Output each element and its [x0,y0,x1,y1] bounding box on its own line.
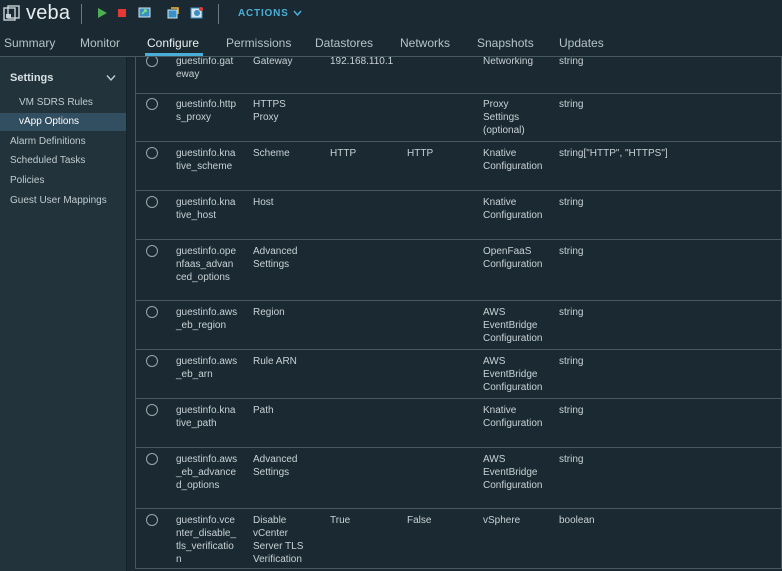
row-select-radio[interactable] [146,98,158,110]
cell-type: boolean [559,515,595,526]
cell-key: guestinfo.knative_scheme [176,148,236,172]
tab-monitor[interactable]: Monitor [80,36,120,50]
table-row[interactable]: guestinfo.aws_eb_advanced_options Advanc… [136,448,781,509]
cell-label: Rule ARN [253,356,297,367]
vapp-properties-panel: guestinfo.gateway Gateway 192.168.110.1 … [135,57,782,571]
cell-label: Region [253,307,285,318]
cell-default: True [330,515,351,526]
cell-key: guestinfo.knative_host [176,197,236,221]
tab-snapshots[interactable]: Snapshots [477,36,534,50]
power-off-icon[interactable] [115,6,129,20]
cell-label: Host [253,197,274,208]
divider [218,4,219,24]
active-tab-indicator [145,53,203,56]
chevron-down-icon[interactable] [106,74,116,82]
cell-label: Advanced Settings [253,246,298,270]
sidebar-item-guest-user-mappings[interactable]: Guest User Mappings [10,195,107,206]
cell-category: AWS EventBridge Configuration [483,356,543,393]
cell-label: Path [253,405,274,416]
cell-key: guestinfo.aws_eb_advanced_options [176,454,238,491]
vm-name: veba [26,2,71,24]
table-row[interactable]: guestinfo.vcenter_disable_tls_verificati… [136,509,781,569]
row-select-radio[interactable] [146,196,158,208]
sidebar-item-scheduled-tasks[interactable]: Scheduled Tasks [10,155,85,166]
cell-category: Knative Configuration [483,197,543,221]
sidebar-item-vm-sdrs-rules[interactable]: VM SDRS Rules [19,97,93,108]
cell-key: guestinfo.vcenter_disable_tls_verificati… [176,515,237,565]
cell-type: string [559,454,584,465]
cell-type: string [559,197,584,208]
chevron-down-icon [293,10,302,17]
table-row[interactable]: guestinfo.aws_eb_arn Rule ARN AWS EventB… [136,350,781,399]
tab-permissions[interactable]: Permissions [226,36,291,50]
cell-key: guestinfo.openfaas_advanced_options [176,246,237,283]
cell-default: HTTP [330,148,357,159]
sidebar-item-vapp-options[interactable]: vApp Options [19,116,79,127]
cell-key: guestinfo.https_proxy [176,99,237,123]
table-row[interactable]: guestinfo.knative_path Path Knative Conf… [136,399,781,448]
table-row[interactable]: guestinfo.knative_host Host Knative Conf… [136,191,781,240]
settings-sidebar: Settings VM SDRS Rules vApp Options Alar… [0,57,127,571]
sidebar-item-alarm-definitions[interactable]: Alarm Definitions [10,136,86,147]
vm-icon [3,5,20,21]
cell-label: Gateway [253,57,293,67]
tab-summary[interactable]: Summary [4,36,55,50]
console-icon[interactable] [138,6,152,20]
table-row[interactable]: guestinfo.gateway Gateway 192.168.110.1 … [136,57,781,94]
cell-label: Disable vCenter Server TLS Verification [253,515,304,565]
sidebar-item-policies[interactable]: Policies [10,175,44,186]
tab-datastores[interactable]: Datastores [315,36,373,50]
row-select-radio[interactable] [146,514,158,526]
cell-key: guestinfo.gateway [176,57,234,80]
cell-type: string [559,99,584,110]
cell-label: HTTPS Proxy [253,99,286,123]
row-select-radio[interactable] [146,355,158,367]
cell-type: string [559,246,584,257]
sidebar-heading-settings[interactable]: Settings [10,72,53,84]
tab-bar: Summary Monitor Configure Permissions Da… [0,30,782,57]
cell-type: string [559,405,584,416]
tab-configure[interactable]: Configure [147,36,199,50]
cell-type: string [559,307,584,318]
cell-category: vSphere [483,515,521,526]
cell-label: Scheme [253,148,290,159]
row-select-radio[interactable] [146,245,158,257]
cell-type: string["HTTP", "HTTPS"] [559,148,668,159]
cell-key: guestinfo.aws_eb_region [176,307,238,331]
table-row[interactable]: guestinfo.https_proxy HTTPS Proxy Proxy … [136,93,781,142]
tab-updates[interactable]: Updates [559,36,604,50]
row-select-radio[interactable] [146,147,158,159]
table-row[interactable]: guestinfo.aws_eb_region Region AWS Event… [136,301,781,350]
cell-type: string [559,356,584,367]
row-select-radio[interactable] [146,404,158,416]
snapshot-icon[interactable] [190,6,204,20]
table-row[interactable]: guestinfo.knative_scheme Scheme HTTP HTT… [136,142,781,191]
cell-category: OpenFaaS Configuration [483,246,543,270]
cell-default: 192.168.110.1 [330,57,394,67]
actions-menu-button[interactable]: ACTIONS [238,8,302,19]
cell-category: Proxy Settings (optional) [483,99,525,136]
row-select-radio[interactable] [146,57,158,67]
cell-value: HTTP [407,148,434,159]
properties-table[interactable]: guestinfo.gateway Gateway 192.168.110.1 … [135,57,782,569]
object-header: veba ACTIONS [0,0,782,30]
divider [81,4,82,24]
cell-label: Advanced Settings [253,454,298,478]
cell-type: string [559,57,584,67]
cell-key: guestinfo.aws_eb_arn [176,356,238,380]
cell-category: Knative Configuration [483,148,543,172]
cell-value: False [407,515,432,526]
tab-networks[interactable]: Networks [400,36,450,50]
power-on-icon[interactable] [95,6,109,20]
row-select-radio[interactable] [146,453,158,465]
cell-category: AWS EventBridge Configuration [483,454,543,491]
cell-category: AWS EventBridge Configuration [483,307,543,344]
migrate-icon[interactable] [166,6,180,20]
cell-category: Knative Configuration [483,405,543,429]
row-select-radio[interactable] [146,306,158,318]
cell-category: Networking [483,57,534,67]
table-row[interactable]: guestinfo.openfaas_advanced_options Adva… [136,240,781,301]
cell-key: guestinfo.knative_path [176,405,236,429]
actions-label: ACTIONS [238,8,289,19]
